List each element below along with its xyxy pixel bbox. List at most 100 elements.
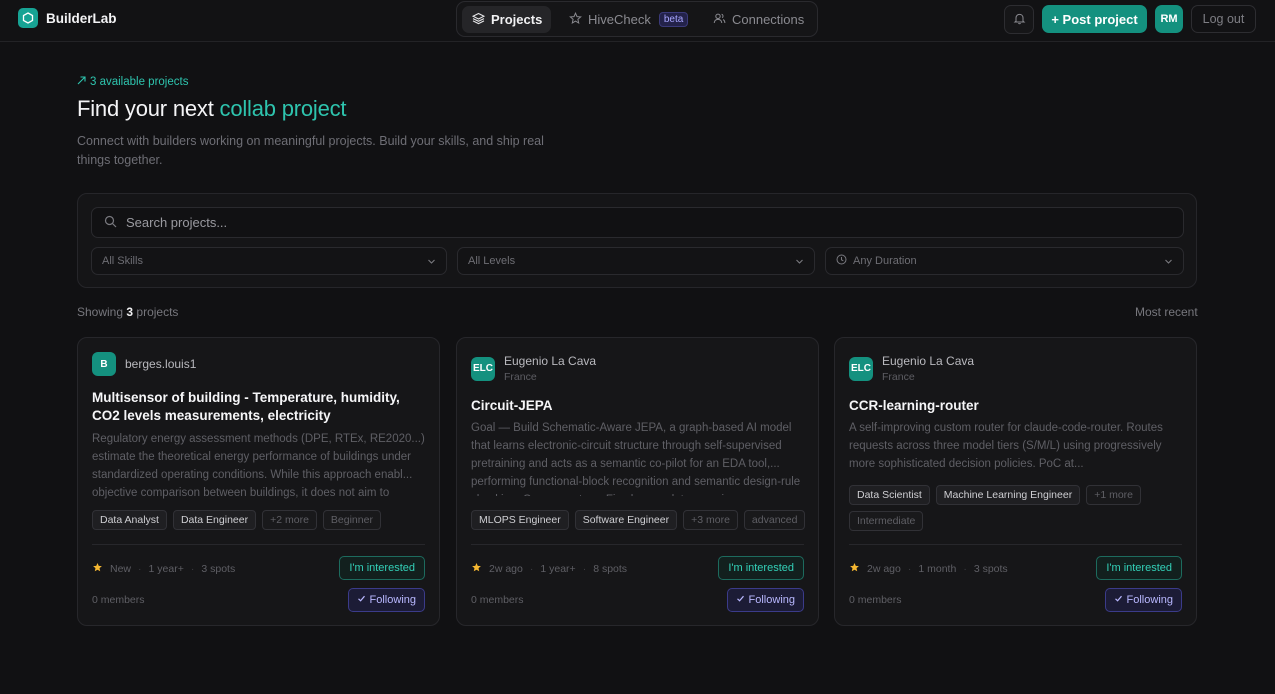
filter-panel: All Skills All Levels Any Duration xyxy=(77,193,1197,288)
more-tags-tag: +1 more xyxy=(1086,485,1142,505)
star-outline-icon xyxy=(569,11,582,28)
card-owner[interactable]: B berges.louis1 xyxy=(92,352,196,376)
clock-icon xyxy=(836,254,847,268)
skills-select-value: All Skills xyxy=(102,255,143,267)
project-title[interactable]: Circuit-JEPA xyxy=(471,397,806,415)
search-icon xyxy=(104,215,117,231)
project-meta: 2w ago · 1 year+ · 8 spots xyxy=(471,562,627,576)
chevron-down-icon xyxy=(1164,257,1173,269)
duration-select[interactable]: Any Duration xyxy=(825,247,1184,275)
beta-badge: beta xyxy=(658,12,689,27)
search-input[interactable] xyxy=(126,215,1126,230)
top-bar: BuilderLab Projects HiveCheck beta Conne… xyxy=(0,0,1275,42)
star-icon xyxy=(849,562,860,576)
bell-icon xyxy=(1013,12,1026,28)
interested-button[interactable]: I'm interested xyxy=(718,556,804,580)
owner-avatar: ELC xyxy=(849,356,873,381)
skill-tag: Data Scientist xyxy=(849,485,930,505)
skill-tag: MLOPS Engineer xyxy=(471,510,569,530)
results-count-prefix: Showing xyxy=(77,305,127,319)
owner-name: berges.louis1 xyxy=(125,357,197,371)
owner-location: France xyxy=(882,371,915,383)
project-meta: 2w ago · 1 month · 3 spots xyxy=(849,562,1008,576)
posted-time: 2w ago xyxy=(867,563,901,575)
project-tags: Data Scientist Machine Learning Engineer… xyxy=(849,485,1184,531)
page-title: Find your next collab project xyxy=(77,96,347,122)
owner-avatar: B xyxy=(92,352,116,376)
following-button[interactable]: Following xyxy=(726,588,804,612)
logout-button[interactable]: Log out xyxy=(1191,5,1256,33)
owner-avatar: ELC xyxy=(471,356,495,381)
members-count: 0 members xyxy=(92,594,145,606)
owner-location: France xyxy=(504,371,537,383)
members-count: 0 members xyxy=(471,594,524,606)
page-title-prefix: Find your next xyxy=(77,96,220,121)
project-spots: 3 spots xyxy=(973,563,1008,575)
chevron-down-icon xyxy=(795,257,804,269)
owner-name: Eugenio La Cava xyxy=(504,354,597,368)
project-card[interactable]: ELC Eugenio La Cava France Circuit-JEPA … xyxy=(456,337,819,626)
search-box[interactable] xyxy=(91,207,1184,238)
project-card[interactable]: B berges.louis1 Multisensor of building … xyxy=(77,337,440,626)
project-spots: 3 spots xyxy=(201,563,236,575)
project-tags: MLOPS Engineer Software Engineer +3 more… xyxy=(471,510,806,530)
tab-projects[interactable]: Projects xyxy=(462,6,551,33)
star-icon xyxy=(471,562,482,576)
post-project-button[interactable]: + Post project xyxy=(1042,5,1147,33)
project-title[interactable]: CCR-learning-router xyxy=(849,397,1184,415)
more-tags-tag: +3 more xyxy=(683,510,738,530)
available-projects-text: 3 available projects xyxy=(90,76,189,88)
chevron-down-icon xyxy=(427,257,436,269)
level-tag: Beginner xyxy=(322,510,381,530)
skills-select[interactable]: All Skills xyxy=(91,247,447,275)
check-icon xyxy=(736,594,745,606)
tab-hivecheck[interactable]: HiveCheck beta xyxy=(559,6,698,33)
page-title-accent: collab project xyxy=(219,96,347,121)
brand-name: BuilderLab xyxy=(46,10,117,26)
card-owner[interactable]: ELC Eugenio La Cava France xyxy=(471,354,596,383)
project-duration: 1 month xyxy=(918,563,957,575)
members-count: 0 members xyxy=(849,594,902,606)
sort-selector[interactable]: Most recent xyxy=(1135,305,1198,319)
posted-time: New xyxy=(110,563,132,575)
page-description: Connect with builders working on meaning… xyxy=(77,134,544,167)
levels-select[interactable]: All Levels xyxy=(457,247,815,275)
card-divider xyxy=(471,544,804,545)
available-projects-label: 3 available projects xyxy=(77,76,188,88)
tab-connections[interactable]: Connections xyxy=(703,6,814,33)
card-divider xyxy=(92,544,425,545)
skill-tag: Software Engineer xyxy=(574,510,678,530)
layers-icon xyxy=(471,12,486,28)
star-icon xyxy=(92,562,103,576)
project-description: A self-improving custom router for claud… xyxy=(849,422,1163,470)
skill-tag: Data Engineer xyxy=(172,510,257,530)
brand[interactable]: BuilderLab xyxy=(18,8,117,28)
following-button[interactable]: Following xyxy=(347,588,425,612)
project-meta: New · 1 year+ · 3 spots xyxy=(92,562,235,576)
notifications-button[interactable] xyxy=(1004,5,1034,34)
card-divider xyxy=(849,544,1182,545)
tab-projects-label: Projects xyxy=(491,12,543,27)
project-duration: 1 year+ xyxy=(540,563,576,575)
project-description: Regulatory energy assessment methods (DP… xyxy=(92,433,425,499)
check-icon xyxy=(1114,594,1123,606)
tab-connections-label: Connections xyxy=(732,12,805,27)
project-title[interactable]: Multisensor of building - Temperature, h… xyxy=(92,389,427,425)
level-tag: Intermediate xyxy=(849,511,924,531)
interested-button[interactable]: I'm interested xyxy=(1096,556,1182,580)
project-card[interactable]: ELC Eugenio La Cava France CCR-learning-… xyxy=(834,337,1197,626)
posted-time: 2w ago xyxy=(489,563,523,575)
user-avatar[interactable]: RM xyxy=(1155,5,1183,33)
trend-arrow-icon xyxy=(77,76,86,88)
skill-tag: Machine Learning Engineer xyxy=(935,485,1081,505)
hexagon-logo-icon xyxy=(18,8,38,28)
interested-button[interactable]: I'm interested xyxy=(339,556,425,580)
tab-hivecheck-label: HiveCheck xyxy=(588,12,651,27)
check-icon xyxy=(357,594,366,606)
card-owner[interactable]: ELC Eugenio La Cava France xyxy=(849,354,974,383)
skill-tag: Data Analyst xyxy=(92,510,167,530)
project-spots: 8 spots xyxy=(593,563,628,575)
following-button[interactable]: Following xyxy=(1104,588,1182,612)
project-duration: 1 year+ xyxy=(148,563,184,575)
following-label: Following xyxy=(1126,594,1173,606)
